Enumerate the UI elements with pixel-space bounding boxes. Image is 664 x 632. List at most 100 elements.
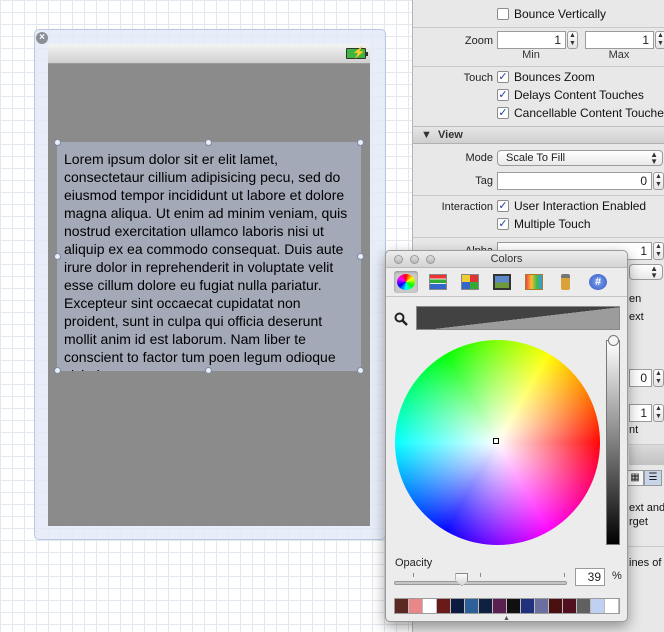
bounce-vertically-checkbox[interactable] — [497, 8, 509, 20]
clipped-label: nt — [629, 424, 639, 436]
brightness-slider-knob[interactable] — [608, 335, 619, 346]
resize-handle-top-left[interactable] — [54, 139, 61, 146]
favorite-swatch[interactable] — [605, 599, 619, 613]
favorite-swatch[interactable] — [409, 599, 423, 613]
color-wheel-icon — [397, 274, 415, 290]
opacity-label: Opacity — [395, 557, 433, 569]
multiple-touch-label: Multiple Touch — [514, 217, 591, 231]
partial-stepper[interactable]: ▲ ▼ — [653, 369, 664, 387]
content-mode-popup[interactable]: Scale To Fill ▲ ▼ — [497, 150, 663, 166]
opacity-tick — [564, 573, 565, 577]
tag-field[interactable]: 0 — [497, 172, 652, 190]
divider — [413, 66, 664, 67]
partial-stepper[interactable]: ▲ ▼ — [653, 404, 664, 422]
zoom-max-field[interactable]: 1 — [585, 31, 654, 49]
popup-arrows-icon: ▲ ▼ — [650, 264, 658, 280]
mode-label: Mode — [465, 152, 493, 164]
opacity-slider[interactable] — [394, 581, 567, 585]
drawer-handle-icon[interactable]: ▲ — [503, 615, 510, 622]
opacity-unit: % — [612, 570, 622, 582]
user-interaction-enabled-checkbox[interactable]: ✓ — [497, 200, 509, 212]
favorite-swatch[interactable] — [535, 599, 549, 613]
favorite-swatch[interactable] — [507, 599, 521, 613]
delays-content-touches-checkbox[interactable]: ✓ — [497, 89, 509, 101]
resize-handle-bottom-left[interactable] — [54, 367, 61, 374]
current-color-well[interactable] — [416, 306, 620, 330]
colors-panel[interactable]: Colors # Opacity 39 % ▲ — [385, 250, 628, 622]
crayons-icon — [525, 274, 543, 290]
close-button[interactable] — [394, 255, 403, 264]
colors-title: Colors — [490, 253, 523, 265]
favorite-swatch[interactable] — [591, 599, 605, 613]
text-view[interactable]: Lorem ipsum dolor sit er elit lamet, con… — [57, 142, 361, 371]
color-palettes-mode-button[interactable] — [458, 271, 482, 293]
background-color-popup[interactable]: ▲ ▼ — [629, 264, 663, 280]
resize-handle-top-right[interactable] — [357, 139, 364, 146]
clipped-label: ext and — [629, 502, 664, 514]
partial-field[interactable]: 1 — [629, 404, 652, 422]
opacity-tick — [480, 573, 481, 577]
zoom-min-field[interactable]: 1 — [497, 31, 566, 49]
zoom-max-caption: Max — [608, 49, 630, 61]
color-wheel-mode-button[interactable] — [394, 271, 418, 293]
list-view-icon[interactable]: ☰ — [644, 470, 662, 486]
resize-handle-bottom-right[interactable] — [357, 367, 364, 374]
favorite-swatch[interactable] — [465, 599, 479, 613]
favorite-swatch[interactable] — [451, 599, 465, 613]
favorite-swatch[interactable] — [437, 599, 451, 613]
close-icon[interactable]: × — [36, 32, 48, 44]
color-sliders-mode-button[interactable] — [426, 271, 450, 293]
favorite-swatches[interactable] — [394, 598, 620, 614]
favorite-swatch[interactable] — [521, 599, 535, 613]
alpha-stepper[interactable]: ▲ ▼ — [653, 242, 664, 260]
favorite-swatch[interactable] — [563, 599, 577, 613]
current-color-fill — [417, 307, 619, 329]
content-mode-value: Scale To Fill — [506, 152, 566, 164]
popup-arrows-icon: ▲ ▼ — [650, 150, 658, 166]
delays-content-touches-label: Delays Content Touches — [514, 88, 644, 102]
brightness-slider[interactable] — [606, 340, 620, 545]
crayons-mode-button[interactable] — [522, 271, 546, 293]
favorite-swatch[interactable] — [423, 599, 437, 613]
status-bar: ⚡ — [48, 44, 370, 64]
image-palettes-mode-button[interactable] — [490, 271, 514, 293]
battery-icon: ⚡ — [346, 47, 368, 59]
hex-picker-mode-button[interactable]: # — [586, 271, 610, 293]
charging-bolt-icon: ⚡ — [352, 47, 366, 59]
partial-field[interactable]: 0 — [629, 369, 652, 387]
opacity-tick — [413, 573, 414, 577]
favorite-swatch[interactable] — [479, 599, 493, 613]
magnifier-icon[interactable] — [394, 312, 408, 329]
cancellable-content-touches-label: Cancellable Content Touches — [514, 106, 664, 120]
color-sliders-icon — [429, 274, 447, 290]
zoom-max-stepper[interactable]: ▲ ▼ — [655, 31, 664, 49]
opacity-field[interactable]: 39 — [575, 568, 605, 586]
favorite-swatch[interactable] — [577, 599, 591, 613]
divider — [413, 237, 664, 238]
zoom-button[interactable] — [426, 255, 435, 264]
zoom-min-stepper[interactable]: ▲ ▼ — [567, 31, 578, 49]
bounces-zoom-checkbox[interactable]: ✓ — [497, 71, 509, 83]
color-wheel-cursor[interactable] — [493, 438, 499, 444]
cancellable-content-touches-checkbox[interactable]: ✓ — [497, 107, 509, 119]
tag-stepper[interactable]: ▲ ▼ — [653, 172, 664, 190]
zoom-min-caption: Min — [522, 49, 540, 61]
resize-handle-bottom-center[interactable] — [205, 367, 212, 374]
minimize-button[interactable] — [410, 255, 419, 264]
view-section-header[interactable]: ▼ View — [413, 126, 664, 144]
multiple-touch-checkbox[interactable]: ✓ — [497, 218, 509, 230]
favorite-swatch[interactable] — [395, 599, 409, 613]
library-header — [629, 445, 664, 465]
touch-label: Touch — [463, 72, 493, 84]
resize-handle-middle-left[interactable] — [54, 253, 61, 260]
grid-view-icon[interactable]: ▦ — [626, 470, 644, 486]
image-palettes-icon — [493, 274, 511, 290]
paint-tube-mode-button[interactable] — [554, 271, 578, 293]
divider — [413, 195, 664, 196]
colors-title-bar[interactable]: Colors — [386, 251, 627, 268]
favorite-swatch[interactable] — [493, 599, 507, 613]
resize-handle-top-center[interactable] — [205, 139, 212, 146]
favorite-swatch[interactable] — [549, 599, 563, 613]
view-section-title: View — [438, 129, 463, 141]
resize-handle-middle-right[interactable] — [357, 253, 364, 260]
